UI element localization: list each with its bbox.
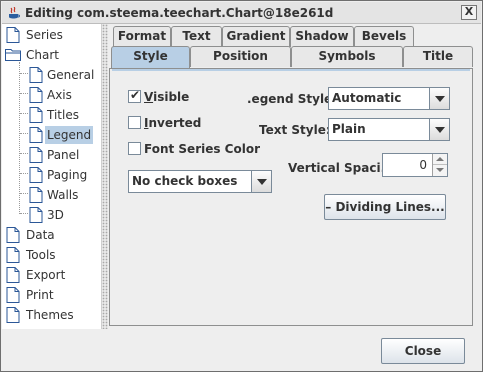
tab-title[interactable]: Title xyxy=(403,46,473,67)
document-icon xyxy=(29,147,43,163)
chevron-down-icon[interactable] xyxy=(251,171,271,192)
tree-connector xyxy=(20,193,28,194)
document-icon xyxy=(6,247,20,263)
inverted-label: Inverted xyxy=(144,116,202,130)
tree-item-label: Panel xyxy=(47,148,80,162)
font-series-color-checkbox[interactable] xyxy=(128,142,141,155)
document-icon xyxy=(29,87,43,103)
tree-connector xyxy=(20,213,28,214)
split-pane-divider[interactable] xyxy=(102,24,108,329)
document-icon xyxy=(6,227,20,243)
spin-up-icon[interactable] xyxy=(433,154,447,165)
document-icon xyxy=(29,127,43,143)
document-icon xyxy=(29,207,43,223)
inverted-label-rest: nverted xyxy=(148,116,202,130)
tree-connector xyxy=(20,133,28,134)
tree-item-label: Export xyxy=(26,268,66,282)
tree-item-label: General xyxy=(47,68,95,82)
tree-item-label: Tools xyxy=(26,248,56,262)
visible-checkbox[interactable]: ✔ xyxy=(128,88,141,103)
tree-connector xyxy=(20,93,28,94)
close-button[interactable]: Close xyxy=(381,338,465,364)
legend-style-select[interactable]: Automatic xyxy=(328,87,450,110)
visible-label-rest: isible xyxy=(153,90,190,104)
window-close-button[interactable]: X xyxy=(461,5,477,20)
tree-connector xyxy=(20,113,28,114)
dividing-lines-button[interactable]: – Dividing Lines... xyxy=(324,194,446,220)
tab-text[interactable]: Text xyxy=(171,26,222,47)
legend-style-label: .egend Style: xyxy=(247,92,337,106)
text-style-select[interactable]: Plain xyxy=(328,118,450,141)
tree-item-label: Print xyxy=(26,288,54,302)
legend-style-select-value: Automatic xyxy=(332,91,402,105)
document-icon xyxy=(29,67,43,83)
window-title: Editing com.steema.teechart.Chart@18e261… xyxy=(25,6,334,20)
dividing-lines-label: Dividing Lines... xyxy=(335,200,445,214)
tree-connector xyxy=(20,153,28,154)
document-icon xyxy=(29,107,43,123)
vertical-spacing-spinner[interactable]: 0 xyxy=(382,153,448,177)
vertical-spacing-value: 0 xyxy=(419,158,427,172)
tree-item-label: Axis xyxy=(47,88,72,102)
document-icon xyxy=(6,27,20,43)
java-app-icon xyxy=(9,7,20,19)
tree-item-label: Data xyxy=(26,228,55,242)
tab-symbols[interactable]: Symbols xyxy=(291,46,403,67)
tree-connector xyxy=(19,62,20,214)
tree-connector xyxy=(20,73,28,74)
editor-window: Editing com.steema.teechart.Chart@18e261… xyxy=(0,0,483,372)
folder-open-icon xyxy=(5,49,21,61)
tab-gradient[interactable]: Gradient xyxy=(222,26,290,47)
document-icon xyxy=(29,167,43,183)
tab-format[interactable]: Format xyxy=(113,26,171,47)
checkmark-icon: ✔ xyxy=(130,88,141,102)
chevron-down-icon[interactable] xyxy=(429,88,449,109)
tab-position[interactable]: Position xyxy=(190,46,291,67)
font-series-color-label: Font Series Color xyxy=(144,142,261,156)
document-icon xyxy=(6,307,20,323)
tree-connector xyxy=(20,173,28,174)
inverted-checkbox[interactable] xyxy=(128,116,141,129)
tree-item-label: Paging xyxy=(47,168,88,182)
text-style-label: Text Style: xyxy=(259,123,331,137)
tab-shadow[interactable]: Shadow xyxy=(290,26,354,47)
check-boxes-select[interactable]: No check boxes xyxy=(128,170,272,193)
check-boxes-select-value: No check boxes xyxy=(132,174,238,188)
editor-tree: Series Chart General Axis Titles Legend xyxy=(2,24,102,329)
spinner-buttons xyxy=(432,154,447,176)
spin-down-icon[interactable] xyxy=(433,165,447,176)
tree-item-label: Series xyxy=(26,28,63,42)
document-icon xyxy=(29,187,43,203)
document-icon xyxy=(6,267,20,283)
chevron-down-icon[interactable] xyxy=(429,119,449,140)
tree-item-label: Themes xyxy=(26,308,74,322)
tree-item-label: Walls xyxy=(47,188,79,202)
legend-style-label-text: .egend Style: xyxy=(247,92,337,106)
tab-style[interactable]: Style xyxy=(111,46,190,68)
title-bar: Editing com.steema.teechart.Chart@18e261… xyxy=(2,2,481,24)
visible-label: Visible xyxy=(144,90,190,104)
tree-item-label: Legend xyxy=(45,126,94,144)
tab-bevels[interactable]: Bevels xyxy=(354,26,414,47)
vertical-spacing-label: Vertical Spaci... xyxy=(288,161,395,175)
tree-item-label: 3D xyxy=(47,208,64,222)
tree-item-label: Titles xyxy=(47,108,79,122)
tree-item-label: Chart xyxy=(26,48,59,62)
text-style-select-value: Plain xyxy=(332,122,366,136)
dividing-lines-prefix: – xyxy=(325,200,332,214)
document-icon xyxy=(6,287,20,303)
